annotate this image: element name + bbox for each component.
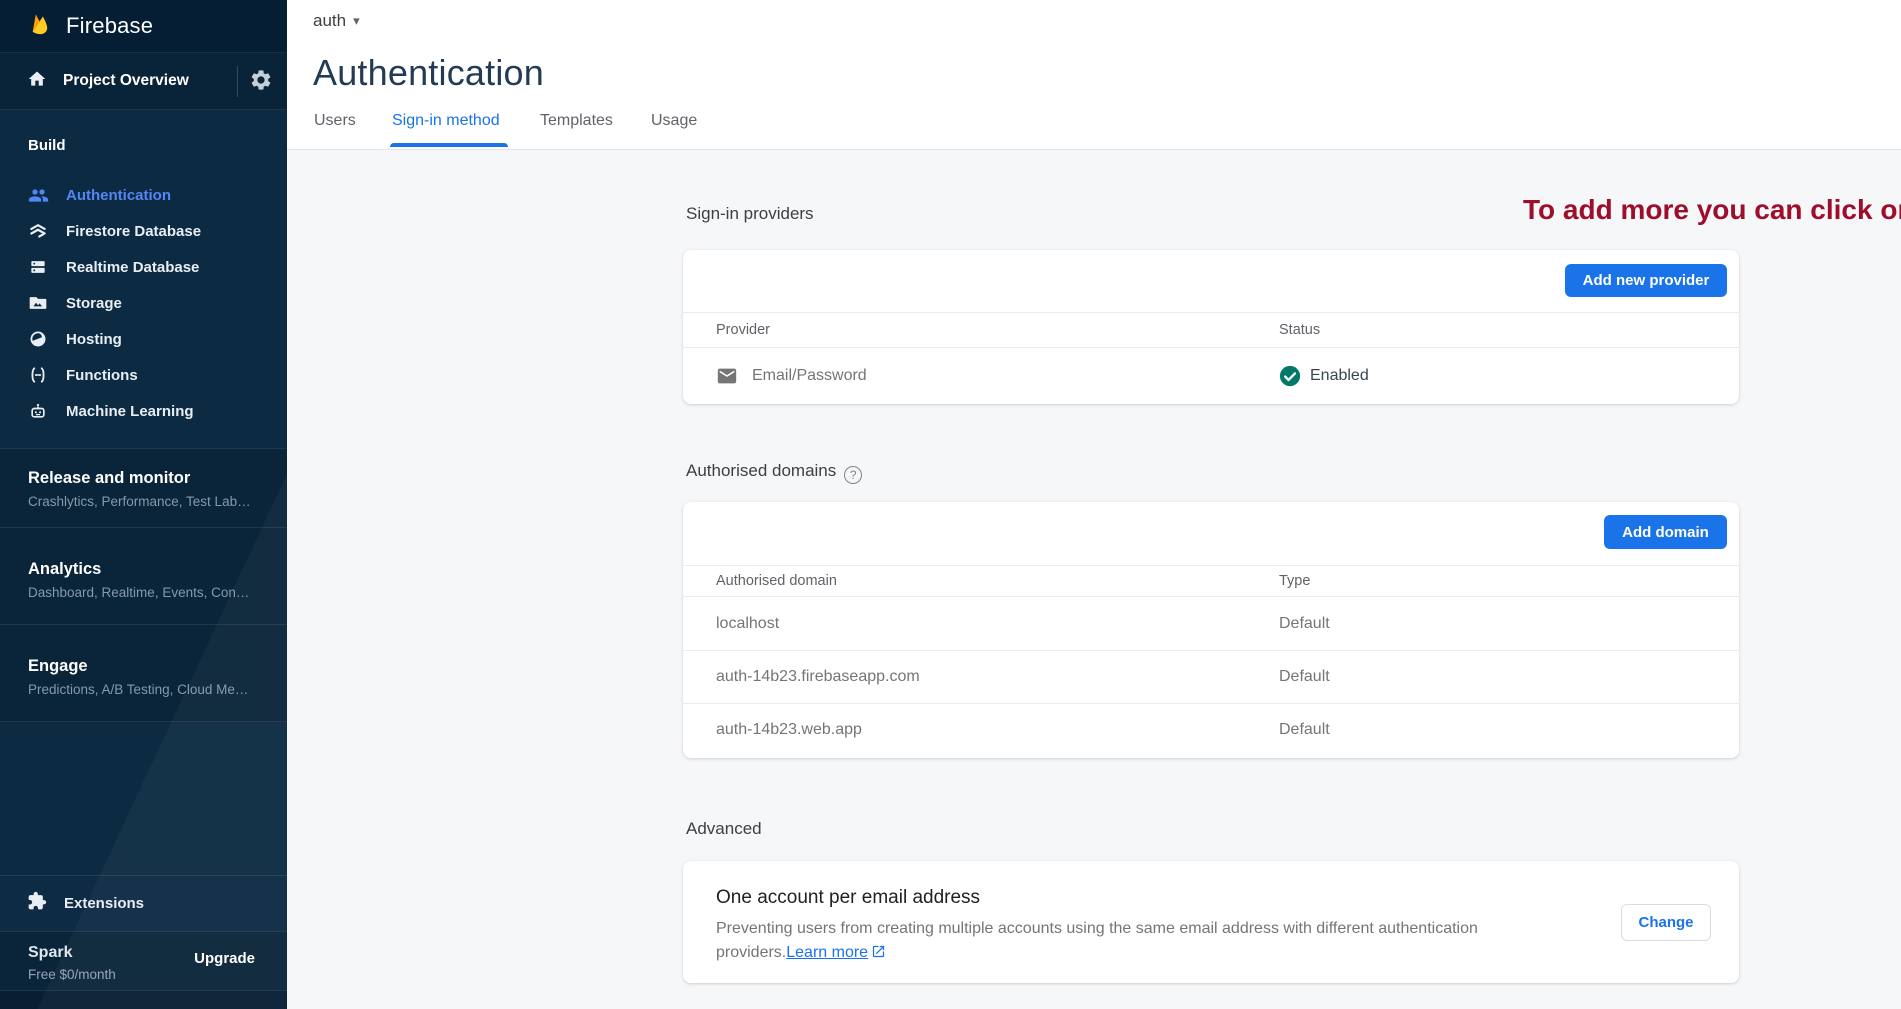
check-circle-icon xyxy=(1279,365,1301,387)
gear-icon[interactable] xyxy=(249,68,275,94)
page-title: Authentication xyxy=(313,52,544,94)
group-title: Release and monitor xyxy=(28,469,267,488)
sidebar-item-realtime-database[interactable]: Realtime Database xyxy=(0,249,287,285)
status-column-header: Status xyxy=(1279,322,1320,338)
domain-column-header: Authorised domain xyxy=(716,573,837,589)
domains-card: Add domain Authorised domain Type localh… xyxy=(683,502,1739,758)
breadcrumb[interactable]: auth ▾ xyxy=(313,11,360,31)
help-icon[interactable]: ? xyxy=(844,466,862,484)
sidebar-item-extensions[interactable]: Extensions xyxy=(0,875,287,931)
tab-sign-in-method[interactable]: Sign-in method xyxy=(392,112,500,130)
globe-icon xyxy=(27,328,49,350)
add-new-provider-button[interactable]: Add new provider xyxy=(1565,264,1727,297)
advanced-section-label: Advanced xyxy=(686,819,762,839)
sidebar-item-functions[interactable]: Functions xyxy=(0,357,287,393)
active-tab-underline xyxy=(390,143,508,147)
domain-name: localhost xyxy=(716,615,779,633)
storage-icon xyxy=(27,292,49,314)
brand-name: Firebase xyxy=(66,13,153,39)
main-content: auth ▾ Authentication Users Sign-in metho… xyxy=(287,0,1901,1009)
provider-name: Email/Password xyxy=(752,367,867,385)
advanced-card: One account per email address Preventing… xyxy=(683,861,1739,983)
sidebar-item-label: Project Overview xyxy=(63,72,189,90)
envelope-icon xyxy=(716,365,738,387)
upgrade-button[interactable]: Upgrade xyxy=(194,950,255,967)
sidebar-item-label: Realtime Database xyxy=(66,259,199,276)
external-link-icon xyxy=(871,944,886,959)
sidebar-group-release-and-monitor[interactable]: Release and monitor Crashlytics, Perform… xyxy=(0,449,287,528)
group-title: Analytics xyxy=(28,560,267,579)
providers-card: Add new provider Provider Status Email/P… xyxy=(683,250,1739,404)
table-row-email-password[interactable]: Email/Password Enabled xyxy=(683,348,1739,404)
providers-section-label: Sign-in providers xyxy=(686,204,814,224)
sidebar-group-analytics[interactable]: Analytics Dashboard, Realtime, Events, C… xyxy=(0,528,287,625)
learn-more-link[interactable]: Learn more xyxy=(786,944,868,961)
divider xyxy=(237,66,238,97)
type-column-header: Type xyxy=(1279,573,1310,589)
puzzle-icon xyxy=(27,891,47,916)
sidebar-item-label: Firestore Database xyxy=(66,223,201,240)
group-title: Engage xyxy=(28,657,267,676)
database-icon xyxy=(27,256,49,278)
status-badge: Enabled xyxy=(1310,367,1369,385)
domains-section-label: Authorised domains? xyxy=(686,461,862,484)
chevron-down-icon: ▾ xyxy=(353,13,360,28)
sidebar-groups: Release and monitor Crashlytics, Perform… xyxy=(0,448,287,722)
functions-icon xyxy=(27,364,49,386)
advanced-card-title: One account per email address xyxy=(716,887,980,909)
sidebar-item-label: Hosting xyxy=(66,331,122,348)
group-subtitle: Predictions, A/B Testing, Cloud Mes… xyxy=(28,682,253,697)
advanced-card-description: Preventing users from creating multiple … xyxy=(716,917,1516,965)
domain-type: Default xyxy=(1279,615,1330,633)
home-icon xyxy=(27,69,47,94)
page-header: auth ▾ Authentication Users Sign-in metho… xyxy=(287,0,1901,150)
domain-name: auth-14b23.web.app xyxy=(716,721,862,739)
sidebar-item-firestore-database[interactable]: Firestore Database xyxy=(0,213,287,249)
annotation-text: To add more you can click on bu xyxy=(1523,194,1901,226)
sidebar-footer-strip xyxy=(0,990,287,1009)
breadcrumb-label: auth xyxy=(313,11,346,30)
domains-table-header: Authorised domain Type xyxy=(683,565,1739,597)
build-items: Authentication Firestore Database Realti… xyxy=(0,177,287,429)
domain-type: Default xyxy=(1279,721,1330,739)
group-subtitle: Crashlytics, Performance, Test Lab … xyxy=(28,494,253,509)
build-section-label: Build xyxy=(28,137,66,154)
plan-detail: Free $0/month xyxy=(28,967,116,982)
sidebar-item-storage[interactable]: Storage xyxy=(0,285,287,321)
providers-table-header: Provider Status xyxy=(683,312,1739,348)
group-subtitle: Dashboard, Realtime, Events, Conve… xyxy=(28,585,253,600)
sidebar-item-label: Storage xyxy=(66,295,122,312)
plan-name: Spark xyxy=(28,944,72,962)
sidebar-group-engage[interactable]: Engage Predictions, A/B Testing, Cloud M… xyxy=(0,625,287,722)
sidebar-item-project-overview[interactable]: Project Overview xyxy=(0,53,287,110)
sidebar-item-label: Machine Learning xyxy=(66,403,194,420)
provider-column-header: Provider xyxy=(716,322,770,338)
change-button[interactable]: Change xyxy=(1621,904,1711,941)
plan-panel: Spark Free $0/month Upgrade xyxy=(0,931,287,990)
tab-users[interactable]: Users xyxy=(314,112,356,130)
firestore-icon xyxy=(27,220,49,242)
robot-icon xyxy=(27,400,49,422)
domain-type: Default xyxy=(1279,668,1330,686)
firebase-flame-icon xyxy=(27,11,53,42)
sidebar-item-hosting[interactable]: Hosting xyxy=(0,321,287,357)
table-row-firebaseapp-domain[interactable]: auth-14b23.firebaseapp.com Default xyxy=(683,650,1739,703)
sidebar: Firebase Project Overview Build Authenti… xyxy=(0,0,287,1009)
sidebar-item-authentication[interactable]: Authentication xyxy=(0,177,287,213)
sidebar-item-label: Functions xyxy=(66,367,138,384)
table-row-localhost[interactable]: localhost Default xyxy=(683,597,1739,650)
domain-name: auth-14b23.firebaseapp.com xyxy=(716,668,920,686)
table-row-webapp-domain[interactable]: auth-14b23.web.app Default xyxy=(683,703,1739,756)
add-domain-button[interactable]: Add domain xyxy=(1604,515,1727,549)
sidebar-item-label: Extensions xyxy=(64,895,144,912)
sidebar-item-label: Authentication xyxy=(66,187,171,204)
tab-usage[interactable]: Usage xyxy=(651,112,697,130)
people-icon xyxy=(27,184,49,206)
tab-templates[interactable]: Templates xyxy=(540,112,613,130)
domains-section-text: Authorised domains xyxy=(686,461,836,480)
firebase-logo[interactable]: Firebase xyxy=(0,0,287,53)
sidebar-item-machine-learning[interactable]: Machine Learning xyxy=(0,393,287,429)
